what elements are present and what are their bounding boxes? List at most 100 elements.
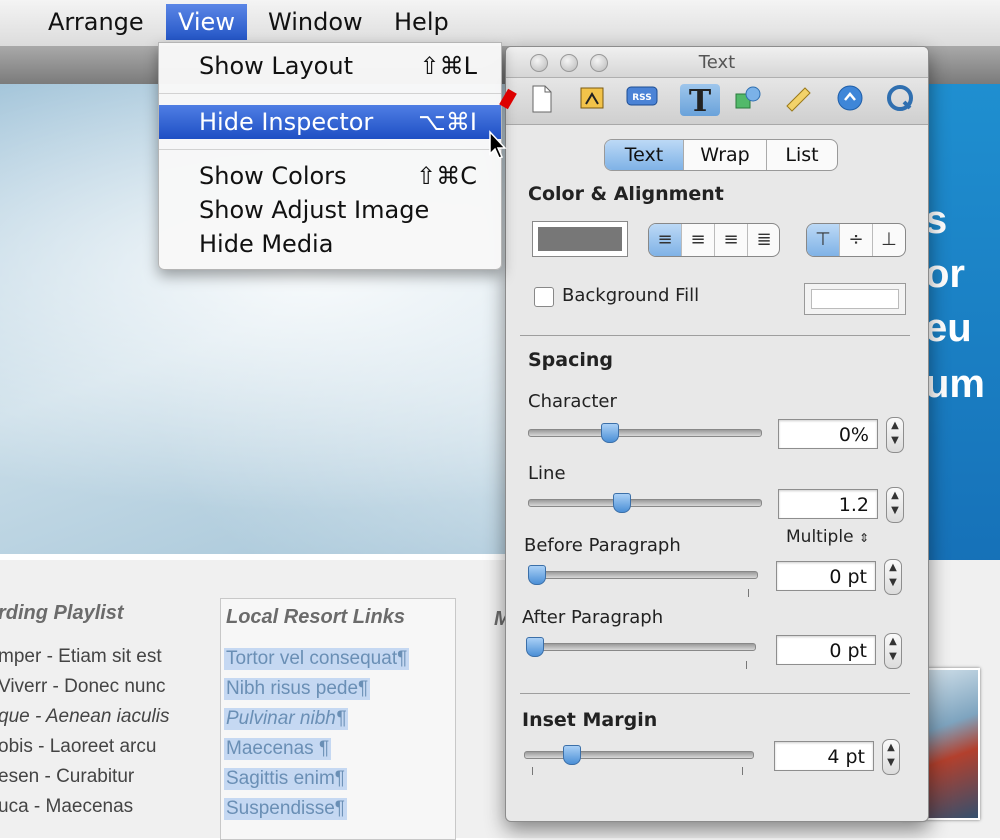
vertical-alignment-group: ⊤ ÷ ⊥: [806, 223, 906, 257]
divider: [520, 693, 910, 694]
menu-separator: [159, 149, 501, 150]
text-icon[interactable]: T: [680, 84, 720, 119]
menu-help[interactable]: Help: [382, 4, 461, 40]
resort-links-title: Local Resort Links: [226, 606, 405, 628]
inspector-toolbar: RSS T: [506, 78, 928, 125]
playlist-item[interactable]: que - Aenean iaculis: [0, 706, 169, 728]
resort-link[interactable]: Maecenas ¶: [224, 738, 332, 760]
after-paragraph-label: After Paragraph: [522, 607, 664, 628]
align-center-icon[interactable]: ≡: [682, 224, 715, 256]
line-spacing-slider-thumb[interactable]: [612, 493, 631, 513]
line-spacing-label: Line: [528, 463, 566, 484]
align-left-icon[interactable]: ≡: [649, 224, 682, 256]
menu-window[interactable]: Window: [256, 4, 375, 40]
hero-text-line: or: [925, 252, 965, 296]
character-spacing-slider-thumb[interactable]: [601, 423, 620, 443]
resort-link[interactable]: Sagittis enim¶: [224, 768, 347, 790]
tab-list[interactable]: List: [767, 140, 837, 170]
background-fill-color-well[interactable]: [804, 283, 906, 315]
inspector-title: Text: [698, 52, 736, 73]
menu-item-label: Show Adjust Image: [199, 196, 430, 224]
playlist-item[interactable]: obis - Laoreet arcu: [0, 736, 156, 758]
inset-margin-field[interactable]: 4 pt: [774, 741, 874, 771]
tab-wrap[interactable]: Wrap: [684, 140, 767, 170]
menu-item-hide-inspector[interactable]: Hide Inspector ⌥⌘I: [159, 105, 501, 139]
menu-item-show-adjust-image[interactable]: Show Adjust Image: [159, 193, 501, 227]
menu-separator: [159, 93, 501, 94]
ruler-icon[interactable]: [782, 84, 814, 116]
line-spacing-mode-label: Multiple: [786, 527, 854, 547]
hero-text-line: um: [925, 362, 985, 406]
line-spacing-mode-popup[interactable]: Multiple ⇕: [786, 527, 869, 547]
align-middle-icon[interactable]: ÷: [840, 224, 873, 256]
line-spacing-stepper[interactable]: ▲ ▼: [886, 487, 904, 523]
inset-margin-heading: Inset Margin: [522, 709, 658, 731]
horizontal-alignment-group: ≡ ≡ ≡ ≣: [648, 223, 780, 257]
resort-link[interactable]: Tortor vel consequat¶: [224, 648, 410, 670]
slider-tick: [532, 767, 533, 775]
inset-margin-slider[interactable]: [524, 751, 754, 759]
playlist-item[interactable]: uca - Maecenas: [0, 796, 133, 818]
align-bottom-icon[interactable]: ⊥: [873, 224, 905, 256]
align-top-icon[interactable]: ⊤: [807, 224, 840, 256]
resort-link[interactable]: Suspendisse¶: [224, 798, 348, 820]
character-spacing-stepper[interactable]: ▲ ▼: [886, 417, 904, 453]
before-paragraph-slider[interactable]: [528, 571, 758, 579]
link-icon[interactable]: [834, 84, 866, 116]
playlist-item[interactable]: Viverr - Donec nunc: [0, 676, 166, 698]
resort-link[interactable]: Nibh risus pede¶: [224, 678, 371, 700]
menu-view[interactable]: View: [166, 4, 247, 40]
divider: [520, 335, 910, 336]
quicktime-icon[interactable]: [884, 84, 916, 116]
inspector-tabs: Text Wrap List: [604, 139, 838, 171]
after-paragraph-slider-thumb[interactable]: [526, 637, 544, 657]
document-icon[interactable]: [526, 84, 558, 116]
menu-bar: Arrange View Window Help: [0, 0, 1000, 47]
playlist-item[interactable]: mper - Etiam sit est: [0, 646, 162, 668]
inset-margin-slider-thumb[interactable]: [562, 745, 581, 765]
menu-item-hide-media[interactable]: Hide Media: [159, 227, 501, 261]
slider-tick: [748, 589, 749, 597]
menu-item-label: Show Layout: [199, 52, 353, 80]
slider-tick: [746, 661, 747, 669]
layout-icon[interactable]: [576, 84, 608, 116]
spacing-heading: Spacing: [528, 349, 614, 371]
line-spacing-slider[interactable]: [528, 499, 762, 507]
tab-text[interactable]: Text: [605, 140, 684, 170]
menu-item-shortcut: ⇧⌘L: [419, 52, 477, 80]
line-spacing-field[interactable]: 1.2: [778, 489, 878, 519]
playlist-item[interactable]: esen - Curabitur: [0, 766, 134, 788]
slider-tick: [742, 767, 743, 775]
inset-margin-stepper[interactable]: ▲ ▼: [882, 739, 900, 775]
character-spacing-field[interactable]: 0%: [778, 419, 878, 449]
menu-item-label: Hide Inspector: [199, 108, 374, 136]
color-alignment-heading: Color & Alignment: [528, 183, 724, 205]
popup-arrows-icon: ⇕: [858, 531, 869, 545]
before-paragraph-label: Before Paragraph: [524, 535, 681, 556]
resort-link[interactable]: Pulvinar nibh¶: [224, 708, 349, 730]
align-right-icon[interactable]: ≡: [715, 224, 748, 256]
menu-item-shortcut: ⌥⌘I: [418, 108, 477, 136]
mouse-pointer-icon: [489, 130, 507, 159]
after-paragraph-stepper[interactable]: ▲ ▼: [884, 633, 902, 669]
menu-arrange[interactable]: Arrange: [36, 4, 156, 40]
before-paragraph-field[interactable]: 0 pt: [776, 561, 876, 591]
before-paragraph-stepper[interactable]: ▲ ▼: [884, 559, 902, 595]
rss-icon[interactable]: RSS: [626, 84, 658, 116]
text-color-well[interactable]: [532, 221, 628, 257]
after-paragraph-slider[interactable]: [526, 643, 756, 651]
menu-item-show-layout[interactable]: Show Layout ⇧⌘L: [159, 49, 501, 83]
inspector-titlebar[interactable]: Text: [506, 47, 928, 78]
menu-item-label: Hide Media: [199, 230, 334, 258]
playlist-title: rding Playlist: [0, 602, 124, 624]
menu-item-shortcut: ⇧⌘C: [416, 162, 477, 190]
background-fill-checkbox[interactable]: [534, 287, 554, 307]
character-spacing-slider[interactable]: [528, 429, 762, 437]
svg-text:RSS: RSS: [632, 93, 652, 103]
hero-text-line: eu: [925, 306, 972, 350]
before-paragraph-slider-thumb[interactable]: [528, 565, 546, 585]
shapes-icon[interactable]: [732, 84, 764, 116]
align-justify-icon[interactable]: ≣: [748, 224, 779, 256]
after-paragraph-field[interactable]: 0 pt: [776, 635, 876, 665]
menu-item-show-colors[interactable]: Show Colors ⇧⌘C: [159, 159, 501, 193]
